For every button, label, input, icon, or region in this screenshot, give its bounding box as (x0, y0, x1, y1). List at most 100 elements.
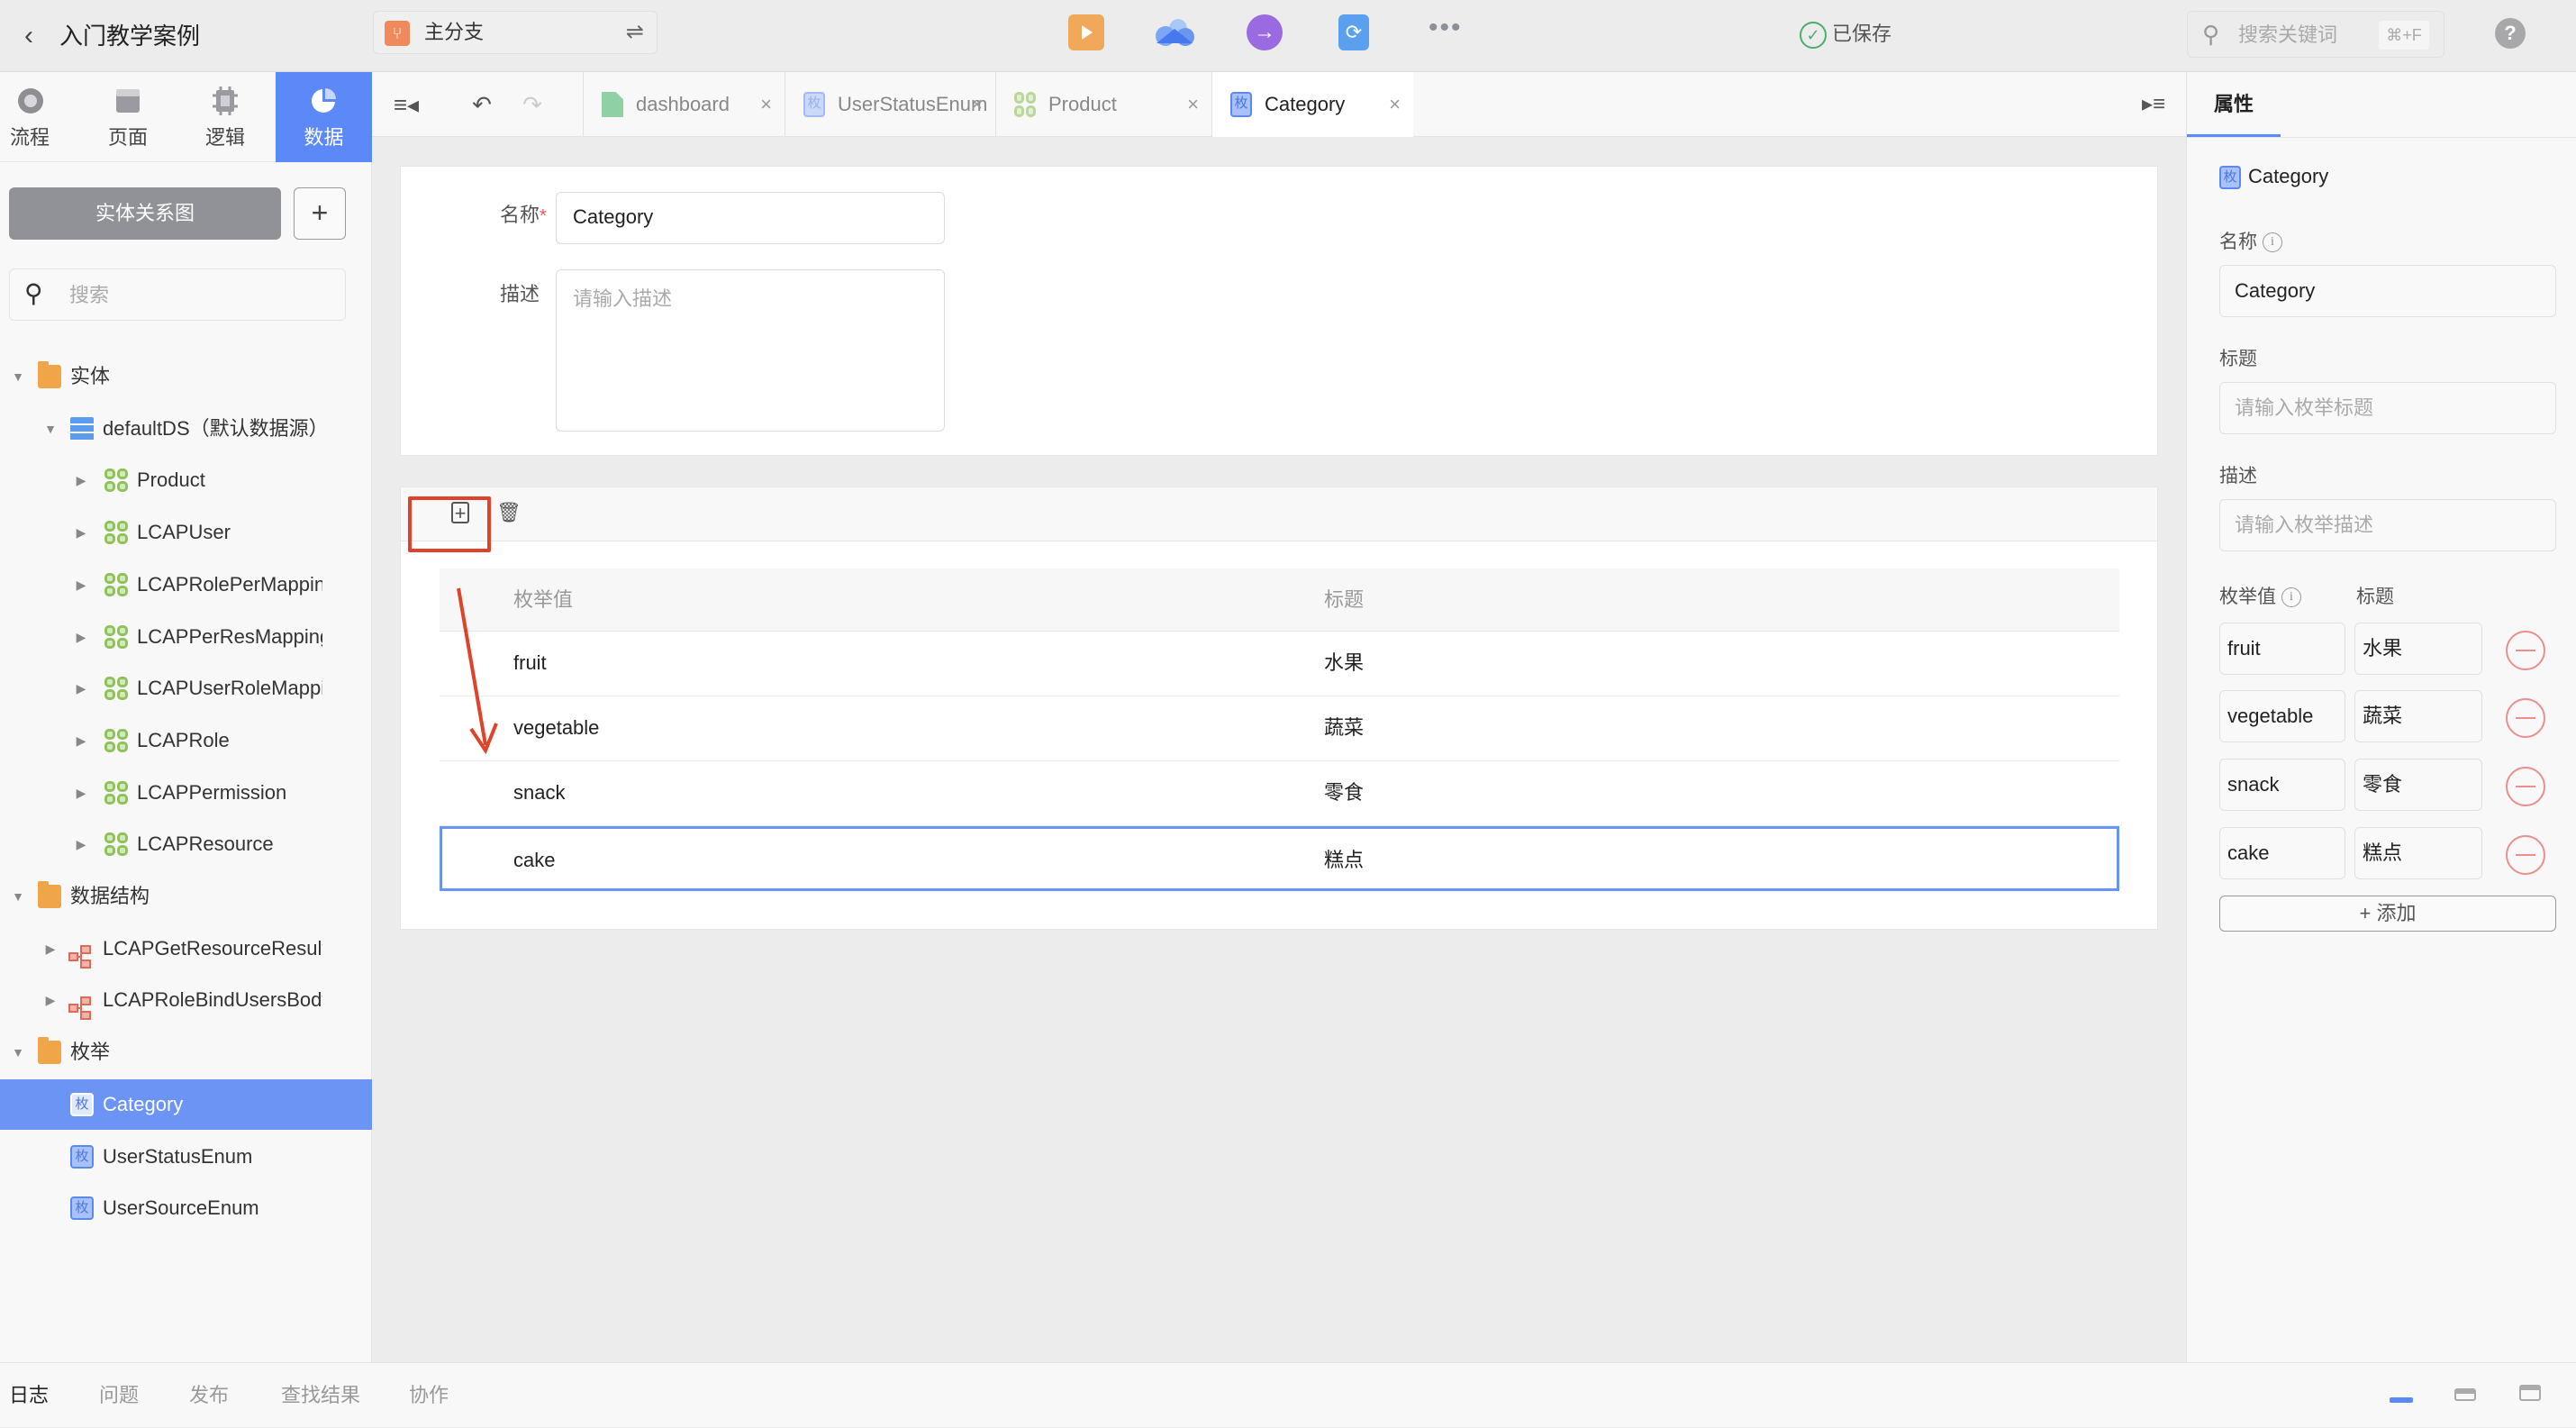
play-icon[interactable] (1068, 14, 1104, 50)
tree-item-lcapuserrolemapping[interactable]: ▶ LCAPUserRoleMapping (0, 663, 372, 714)
collapse-right-icon[interactable]: ▸≡ (2137, 88, 2170, 121)
table-row[interactable]: vegetable 蔬菜 (440, 696, 2119, 761)
tree-item-lcaprolebindusersbody[interactable]: ▶ LCAPRoleBindUsersBody (0, 975, 372, 1025)
redo-icon[interactable]: ↷ (516, 88, 549, 121)
sync-file-icon[interactable]: ⟳ (1338, 14, 1369, 50)
enum-item-value-input[interactable]: fruit (2219, 623, 2345, 675)
tab-category[interactable]: 枚 Category × (1211, 72, 1413, 137)
collapse-left-icon[interactable]: ≡◂ (390, 88, 422, 121)
sidebar-tab-flow[interactable]: 流程 (0, 72, 59, 162)
table-row[interactable]: fruit 水果 (440, 632, 2119, 696)
tree-item-label: LCAPPerResMapping (137, 624, 322, 648)
caret-down-icon[interactable]: ▼ (9, 1027, 27, 1078)
tab-product[interactable]: Product × (995, 72, 1211, 137)
caret-right-icon[interactable]: ▶ (72, 455, 90, 505)
enum-item-title-input[interactable]: 零食 (2354, 759, 2482, 811)
remove-item-icon[interactable] (2506, 835, 2545, 875)
layout-minimized-icon[interactable] (2390, 1397, 2413, 1403)
global-search[interactable]: ⚲ 搜索关键词 ⌘+F (2187, 11, 2444, 58)
enum-icon: 枚 (2219, 166, 2241, 189)
add-button[interactable]: + (294, 187, 346, 240)
tree-item-lcapresource[interactable]: ▶ LCAPResource (0, 819, 372, 869)
enum-item-value-input[interactable]: snack (2219, 759, 2345, 811)
caret-right-icon[interactable]: ▶ (72, 612, 90, 662)
sidebar-tab-logic[interactable]: 逻辑 (189, 72, 261, 162)
caret-right-icon[interactable]: ▶ (72, 507, 90, 558)
tree-item-lcaprolepermapping[interactable]: ▶ LCAPRolePerMapping (0, 559, 372, 610)
close-icon[interactable]: × (760, 72, 772, 137)
info-icon[interactable]: i (2281, 587, 2301, 608)
tree-item-product[interactable]: ▶ Product (0, 455, 372, 505)
close-icon[interactable]: × (971, 72, 983, 137)
cloud-icon[interactable] (1153, 14, 1196, 50)
info-icon[interactable]: i (2263, 232, 2282, 253)
name-input[interactable]: Category (556, 192, 945, 244)
caret-right-icon[interactable]: ▶ (72, 559, 90, 610)
caret-right-icon[interactable]: ▶ (72, 715, 90, 766)
prop-desc-input[interactable]: 请输入枚举描述 (2219, 499, 2556, 551)
undo-icon[interactable]: ↶ (466, 88, 498, 121)
layout-half-icon[interactable] (2454, 1388, 2476, 1401)
table-row[interactable]: snack 零食 (440, 761, 2119, 826)
remove-item-icon[interactable] (2506, 631, 2545, 670)
desc-textarea[interactable]: 请输入描述 (556, 269, 945, 432)
remove-item-icon[interactable] (2506, 698, 2545, 738)
caret-down-icon[interactable]: ▼ (9, 351, 27, 402)
more-icon[interactable]: ••• (1429, 14, 1468, 50)
trash-icon[interactable]: 🗑 (496, 500, 522, 525)
tree-item-label: UserStatusEnum (103, 1144, 253, 1168)
caret-right-icon[interactable]: ▶ (72, 819, 90, 869)
caret-right-icon[interactable]: ▶ (72, 768, 90, 818)
caret-right-icon[interactable]: ▶ (72, 663, 90, 714)
back-button[interactable]: ‹ (16, 18, 41, 54)
tab-userstatusenum[interactable]: 枚 UserStatusEnum × (785, 72, 995, 137)
tree-item-folder[interactable]: ▼ 数据结构 (0, 871, 372, 922)
caret-down-icon[interactable]: ▼ (9, 871, 27, 922)
tree-item-usersourceenum[interactable]: 枚 UserSourceEnum (0, 1183, 372, 1233)
swap-icon[interactable]: ⇌ (626, 12, 644, 53)
help-icon[interactable]: ? (2495, 18, 2526, 49)
enum-item-title-input[interactable]: 糕点 (2354, 827, 2482, 879)
bottom-tab-issues[interactable]: 问题 (99, 1363, 139, 1428)
layout-full-icon[interactable] (2519, 1385, 2541, 1401)
caret-right-icon[interactable]: ▶ (41, 923, 59, 974)
enum-item-value-input[interactable]: cake (2219, 827, 2345, 879)
tree-item-folder[interactable]: ▼ 实体 (0, 351, 372, 402)
close-icon[interactable]: × (1389, 72, 1401, 137)
tree-item-lcappermission[interactable]: ▶ LCAPPermission (0, 768, 372, 818)
prop-title-input[interactable]: 请输入枚举标题 (2219, 382, 2556, 434)
tree-item-lcapuser[interactable]: ▶ LCAPUser (0, 507, 372, 558)
table-row-selected[interactable]: cake 糕点 (440, 826, 2119, 891)
sidebar-search-input[interactable]: ⚲ 搜索 (9, 268, 346, 321)
arrow-right-circle-icon[interactable]: → (1247, 14, 1283, 50)
tree-item-userstatusenum[interactable]: 枚 UserStatusEnum (0, 1132, 372, 1182)
page-icon (116, 89, 140, 113)
add-enum-item-button[interactable]: + 添加 (2219, 896, 2556, 932)
caret-down-icon[interactable]: ▼ (41, 404, 59, 454)
tree-item-category[interactable]: 枚 Category (0, 1078, 372, 1130)
branch-selector[interactable]: ⑂ 主分支 ⇌ (373, 11, 658, 54)
entity-icon (104, 677, 128, 701)
bottom-tab-publish[interactable]: 发布 (189, 1363, 229, 1428)
caret-right-icon[interactable]: ▶ (41, 975, 59, 1025)
tree-item-lcapgetresourceresult[interactable]: ▶ LCAPGetResourceResult (0, 923, 372, 974)
sidebar-tab-page[interactable]: 页面 (90, 72, 166, 162)
bottom-tab-collaboration[interactable]: 协作 (409, 1363, 449, 1428)
prop-name-input[interactable]: Category (2219, 265, 2556, 317)
close-icon[interactable]: × (1187, 72, 1199, 137)
tab-dashboard[interactable]: dashboard × (583, 72, 785, 137)
tree-item-lcapperresmapping[interactable]: ▶ LCAPPerResMapping (0, 612, 372, 662)
prop-enum-title-label: 标题 (2356, 587, 2394, 607)
bottom-tab-log[interactable]: 日志 (9, 1363, 49, 1428)
entity-relation-diagram-button[interactable]: 实体关系图 (9, 187, 281, 240)
enum-item-value-input[interactable]: vegetable (2219, 690, 2345, 742)
tree-item-folder[interactable]: ▼ 枚举 (0, 1027, 372, 1078)
remove-item-icon[interactable] (2506, 767, 2545, 806)
tree-item-defaultds[interactable]: ▼ defaultDS（默认数据源） (0, 404, 372, 454)
enum-item-title-input[interactable]: 蔬菜 (2354, 690, 2482, 742)
tab-properties[interactable]: 属性 (2187, 72, 2281, 137)
bottom-tab-search-results[interactable]: 查找结果 (281, 1363, 360, 1428)
tree-item-lcaprole[interactable]: ▶ LCAPRole (0, 715, 372, 766)
sidebar-tab-data[interactable]: 数据 (276, 72, 372, 162)
enum-item-title-input[interactable]: 水果 (2354, 623, 2482, 675)
